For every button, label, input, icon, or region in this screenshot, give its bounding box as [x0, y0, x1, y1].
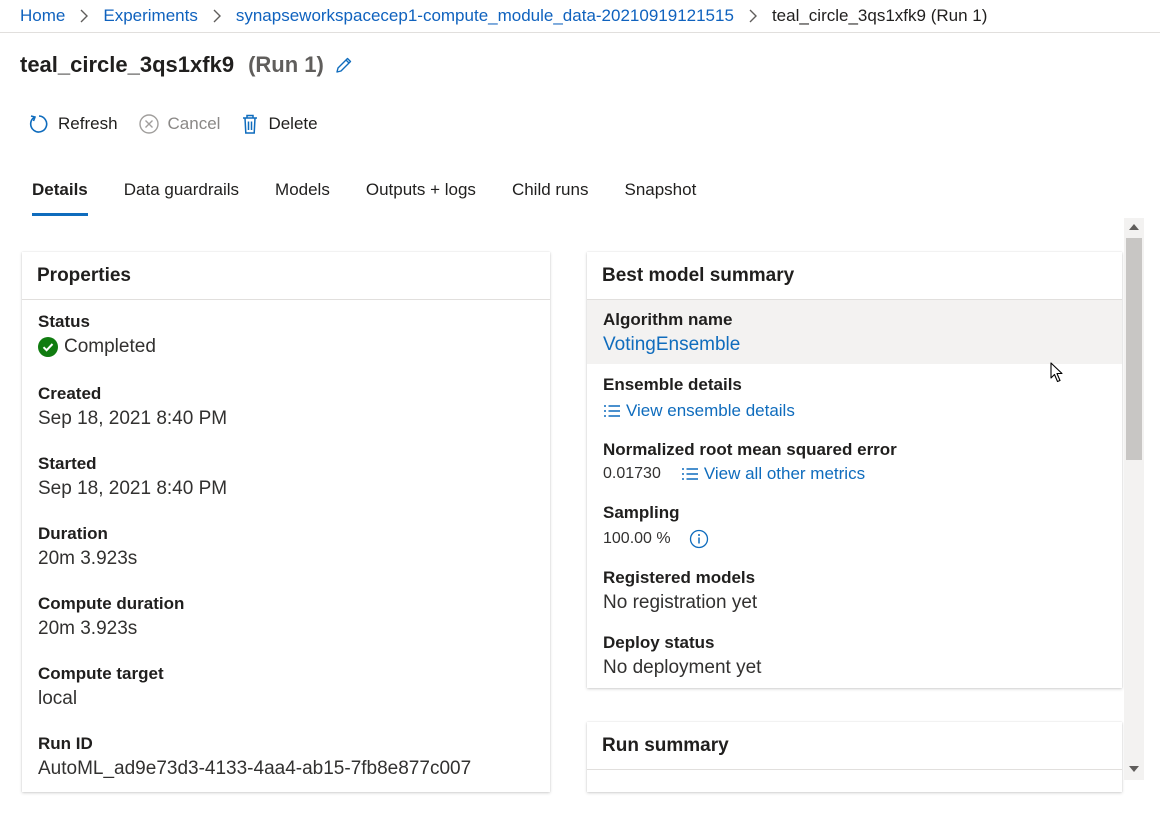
refresh-label: Refresh [58, 114, 118, 133]
sampling-value: 100.00 % [603, 530, 671, 547]
sampling-property: Sampling 100.00 % [603, 503, 709, 549]
started-property: Started Sep 18, 2021 8:40 PM [38, 454, 227, 500]
delete-button[interactable]: Delete [240, 113, 318, 135]
cancel-label: Cancel [167, 114, 221, 133]
best-model-summary-card: Best model summary Algorithm name Voting… [587, 252, 1122, 688]
view-all-metrics-link[interactable]: View all other metrics [681, 464, 865, 484]
tab-bar: Details Data guardrails Models Outputs +… [20, 172, 720, 216]
scroll-down-arrow-icon[interactable] [1129, 766, 1139, 772]
breadcrumb-experiment-link[interactable]: synapseworkspacecep1-compute_module_data… [236, 6, 734, 26]
status-label: Status [38, 312, 90, 331]
cancel-button[interactable]: Cancel [138, 113, 221, 135]
compute-duration-property: Compute duration 20m 3.923s [38, 594, 184, 640]
ensemble-property: Ensemble details View ensemble details [603, 375, 795, 421]
edit-pencil-icon[interactable] [334, 55, 354, 75]
compute-duration-label: Compute duration [38, 594, 185, 613]
refresh-icon [29, 115, 48, 133]
trash-icon [243, 114, 258, 134]
scroll-up-arrow-icon[interactable] [1129, 224, 1139, 230]
registered-models-property: Registered models No registration yet [603, 568, 757, 614]
status-value: Completed [64, 336, 156, 357]
best-model-summary-title: Best model summary [587, 252, 1122, 300]
compute-target-value: local [38, 688, 78, 709]
run-id-property: Run ID AutoML_ad9e73d3-4133-4aa4-ab15-7f… [38, 734, 471, 780]
algorithm-property: Algorithm name VotingEnsemble [603, 310, 740, 356]
nrmse-value: 0.01730 [603, 465, 661, 482]
mouse-cursor-icon [1050, 362, 1063, 383]
chevron-right-icon [748, 9, 758, 23]
vertical-scrollbar[interactable] [1124, 218, 1144, 780]
started-value: Sep 18, 2021 8:40 PM [38, 478, 228, 499]
ensemble-label: Ensemble details [603, 375, 742, 394]
run-id-label: Run ID [38, 734, 93, 753]
algorithm-label: Algorithm name [603, 310, 733, 329]
refresh-button[interactable]: Refresh [28, 113, 118, 135]
deploy-status-label: Deploy status [603, 633, 715, 652]
tab-snapshot[interactable]: Snapshot [612, 172, 708, 216]
registered-models-label: Registered models [603, 568, 756, 587]
tab-models[interactable]: Models [263, 172, 342, 216]
duration-value: 20m 3.923s [38, 548, 138, 569]
run-label: (Run 1) [248, 52, 324, 77]
tab-data-guardrails[interactable]: Data guardrails [112, 172, 251, 216]
created-label: Created [38, 384, 102, 403]
duration-label: Duration [38, 524, 108, 543]
tab-outputs-logs[interactable]: Outputs + logs [354, 172, 488, 216]
chevron-right-icon [212, 9, 222, 23]
nrmse-property: Normalized root mean squared error 0.017… [603, 440, 897, 484]
deploy-status-property: Deploy status No deployment yet [603, 633, 761, 679]
list-icon [681, 468, 698, 480]
breadcrumb-home-link[interactable]: Home [20, 6, 65, 26]
breadcrumb: Home Experiments synapseworkspacecep1-co… [0, 0, 1160, 33]
sampling-label: Sampling [603, 503, 680, 522]
tab-child-runs[interactable]: Child runs [500, 172, 601, 216]
view-ensemble-details-link[interactable]: View ensemble details [603, 401, 795, 421]
run-id-value: AutoML_ad9e73d3-4133-4aa4-ab15-7fb8e877c… [38, 758, 472, 779]
list-icon [604, 405, 620, 417]
info-icon[interactable] [689, 529, 709, 549]
cancel-circle-icon [138, 114, 159, 134]
status-property: Status Completed [38, 312, 156, 358]
view-all-metrics-label: View all other metrics [703, 464, 866, 483]
run-summary-title: Run summary [587, 722, 1122, 770]
properties-title: Properties [22, 252, 550, 300]
properties-card: Properties Status Completed Created Sep … [22, 252, 550, 792]
compute-target-label: Compute target [38, 664, 164, 683]
created-property: Created Sep 18, 2021 8:40 PM [38, 384, 227, 430]
title-row: teal_circle_3qs1xfk9 (Run 1) [20, 50, 354, 80]
breadcrumb-experiments-link[interactable]: Experiments [103, 6, 197, 26]
view-ensemble-details-label: View ensemble details [626, 401, 795, 420]
compute-duration-value: 20m 3.923s [38, 618, 138, 639]
algorithm-link[interactable]: VotingEnsemble [603, 334, 740, 356]
started-label: Started [38, 454, 97, 473]
toolbar: Refresh Cancel Delete [28, 108, 338, 140]
chevron-right-icon [79, 9, 89, 23]
registered-models-value: No registration yet [603, 592, 758, 613]
created-value: Sep 18, 2021 8:40 PM [38, 408, 228, 429]
page-title: teal_circle_3qs1xfk9 [20, 52, 235, 77]
tab-details[interactable]: Details [20, 172, 100, 216]
delete-label: Delete [268, 114, 318, 133]
deploy-status-value: No deployment yet [603, 657, 762, 678]
compute-target-property: Compute target local [38, 664, 164, 710]
run-summary-card: Run summary [587, 722, 1122, 792]
breadcrumb-current: teal_circle_3qs1xfk9 (Run 1) [771, 6, 988, 25]
duration-property: Duration 20m 3.923s [38, 524, 137, 570]
nrmse-label: Normalized root mean squared error [603, 440, 897, 459]
scroll-thumb[interactable] [1126, 238, 1142, 460]
check-circle-icon [38, 337, 58, 357]
